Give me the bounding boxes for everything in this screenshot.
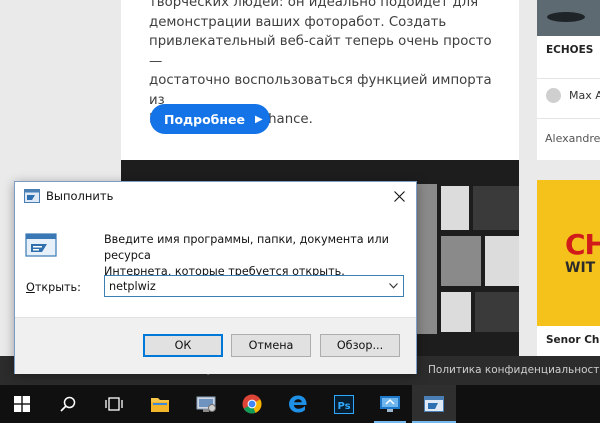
folder-icon [151,397,169,412]
cancel-button[interactable]: Отмена [231,334,311,357]
browse-button[interactable]: Обзор... [320,334,400,357]
dialog-description: Введите имя программы, папки, документа … [104,233,389,278]
close-icon [393,190,405,202]
taskbar-edge[interactable] [276,385,320,423]
task-view-icon [105,397,123,411]
card-author-2: Alexandre [545,132,600,145]
card-image [537,0,600,36]
dialog-titlebar[interactable]: Выполнить [15,182,416,212]
dropdown-button[interactable] [383,276,403,296]
close-button[interactable] [382,182,416,210]
svg-text:Ps: Ps [338,401,351,412]
dialog-button-bar: ОК Отмена Обзор... [15,317,416,374]
card-image-text: CH [565,228,600,261]
edge-icon [289,395,307,413]
run-icon [424,396,444,412]
card-title: ECHOES [546,44,594,56]
taskbar-run-dialog[interactable] [412,385,456,423]
taskbar-photoshop[interactable]: Ps [322,385,366,423]
windows-logo-icon [14,396,30,412]
dialog-title: Выполнить [46,189,114,203]
ok-button[interactable]: ОК [143,334,223,357]
start-button[interactable] [0,385,44,423]
search-icon [60,396,76,412]
taskbar-control-panel[interactable] [184,385,228,423]
footer-privacy-link[interactable]: Политика конфиденциальности [428,364,600,376]
chevron-right-icon: ▶ [255,113,263,125]
portfolio-promo-card: творческих людей: он идеально подойдет д… [121,0,519,160]
run-dialog: Выполнить Введите имя программы, папки, … [14,181,417,374]
control-panel-icon [196,396,216,412]
taskbar-remote-desktop[interactable] [368,385,412,423]
taskbar: Ps [0,385,600,423]
learn-more-label: Подробнее [164,111,245,127]
learn-more-button[interactable]: Подробнее ▶ [150,104,270,134]
dialog-body: Введите имя программы, папки, документа … [15,212,416,317]
search-button[interactable] [46,385,90,423]
card-title: Senor Ch [546,334,600,346]
chevron-down-icon [388,283,398,289]
chrome-icon [242,394,262,414]
gallery-card-echoes[interactable]: ECHOES Max A Alexandre [537,0,600,160]
taskbar-chrome[interactable] [230,385,274,423]
taskbar-file-explorer[interactable] [138,385,182,423]
open-combobox[interactable]: netplwiz [104,275,404,297]
card-author: Max A [569,89,600,102]
photoshop-icon: Ps [334,394,354,414]
remote-desktop-icon [380,396,400,412]
card-image-subtext: WIT [565,260,596,276]
run-program-icon [25,233,57,257]
open-input[interactable]: netplwiz [105,280,383,293]
task-view-button[interactable] [92,385,136,423]
open-label: Открыть: [26,281,81,294]
run-icon [24,189,40,203]
gallery-card-senor[interactable]: CH WIT Senor Ch [537,180,600,356]
avatar [546,88,561,103]
